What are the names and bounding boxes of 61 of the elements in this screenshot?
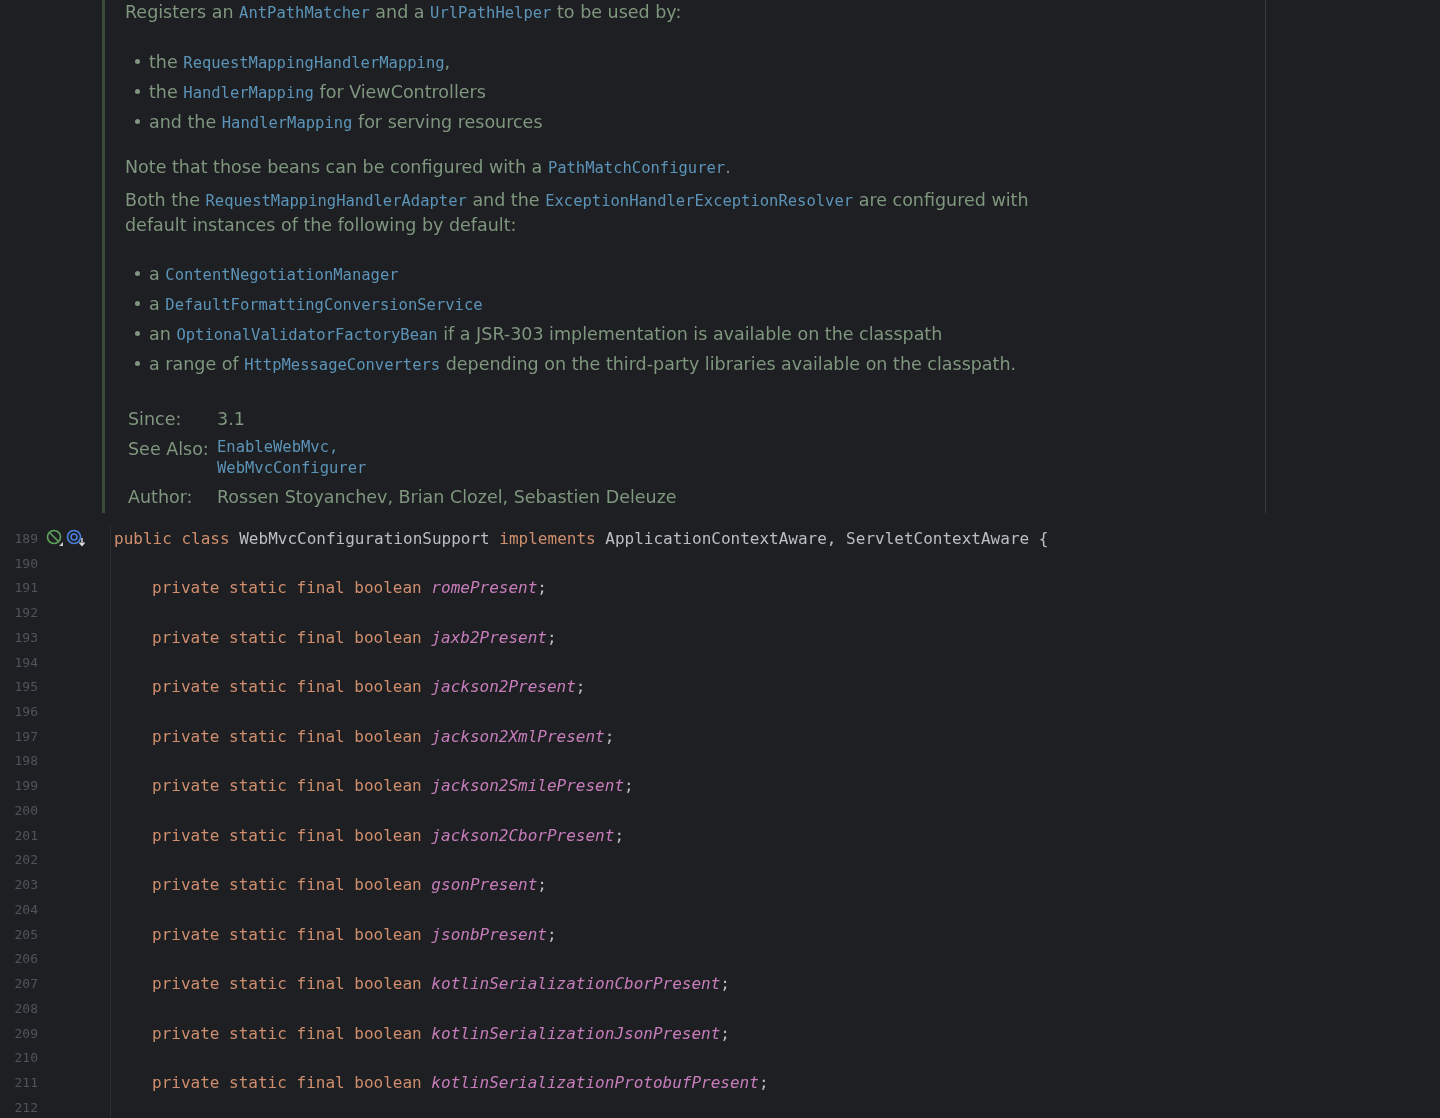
- code-line: private static final boolean jackson2Present;: [152, 677, 586, 697]
- code-line: private static final boolean kotlinSerializationJsonPresent;: [152, 1023, 730, 1043]
- code-line: private static final boolean jsonbPresent;: [152, 924, 557, 944]
- bullet-item: and the HandlerMapping for serving resources: [133, 109, 1083, 136]
- bullet-icon: [135, 88, 140, 94]
- code-line: private static final boolean kotlinSerializationCborPresent;: [152, 974, 730, 994]
- code-line: private static final boolean jackson2SmilePresent;: [152, 776, 634, 796]
- bullet-item: a range of HttpMessageConverters depending on the third-party libraries available on the classpath.: [133, 351, 1083, 378]
- bullet-item: the RequestMappingHandlerMapping,: [133, 49, 1083, 76]
- line-number: 201: [13, 827, 38, 843]
- line-number: 210: [13, 1050, 38, 1066]
- bullet-item: a ContentNegotiationManager: [133, 261, 1083, 288]
- line-number: 211: [13, 1075, 38, 1090]
- code-line: private static final boolean romePresent;: [152, 578, 547, 598]
- line-number: 191: [13, 580, 38, 596]
- doc-paragraph: Note that those beans can be configured with a PathMatchConfigurer.: [125, 156, 732, 179]
- bullet-item: a DefaultFormattingConversionService: [133, 291, 1083, 318]
- bullet-icon: [135, 330, 140, 336]
- bullet-item: the HandlerMapping for ViewControllers: [133, 79, 1083, 106]
- line-number: 212: [13, 1099, 38, 1115]
- line-number: 197: [13, 728, 38, 744]
- line-number: 204: [13, 901, 38, 917]
- doc-link[interactable]: EnableWebMvc,: [217, 437, 1265, 458]
- line-number: 205: [13, 926, 38, 942]
- bullet-icon: [135, 360, 140, 366]
- doc-paragraph: Both the RequestMappingHandlerAdapter and the ExceptionHandlerExceptionResolver are configured with default instances of the following by default:: [125, 189, 1030, 237]
- code-line: private static final boolean jaxb2Present;: [152, 627, 557, 647]
- code-line: private static final boolean kotlinSerializationProtobufPresent;: [152, 1073, 769, 1092]
- bullet-item: an OptionalValidatorFactoryBean if a JSR-303 implementation is available on the classpath: [133, 321, 1083, 348]
- doc-tag-label: Since:: [128, 408, 183, 431]
- bullet-icon: [135, 270, 140, 276]
- line-number: 196: [13, 704, 38, 719]
- line-number: 203: [13, 877, 38, 893]
- line-number: 192: [13, 605, 38, 621]
- code-line: private static final boolean jackson2XmlPresent;: [152, 726, 615, 746]
- code-line: private static final boolean gsonPresent;: [152, 875, 547, 895]
- line-number: 199: [13, 778, 38, 794]
- line-number: 206: [13, 951, 38, 967]
- bullet-icon: [135, 300, 140, 306]
- line-number: 198: [13, 753, 38, 769]
- doc-tag-value: 3.1: [217, 408, 246, 431]
- line-number: 208: [13, 1000, 38, 1016]
- line-number: 200: [13, 802, 38, 818]
- bullet-icon: [135, 58, 140, 64]
- line-number: 202: [13, 852, 38, 868]
- code-line: public class WebMvcConfigurationSupport implements ApplicationContextAware, ServletContextAware {: [114, 528, 1049, 548]
- line-number: 189: [13, 530, 38, 546]
- line-number: 190: [13, 555, 38, 571]
- doc-tag-label: Author:: [128, 486, 194, 509]
- doc-paragraph: Registers an AntPathMatcher and a UrlPathHelper to be used by:: [125, 1, 683, 24]
- code-line: private static final boolean jackson2CborPresent;: [152, 825, 625, 845]
- line-number: 194: [13, 654, 38, 670]
- doc-tag-value: Rossen Stoyanchev, Brian Clozel, Sebastien Deleuze: [217, 486, 678, 509]
- target-down-arrow-icon[interactable]: [66, 529, 86, 548]
- line-number: 193: [13, 629, 38, 645]
- bullet-icon: [135, 118, 140, 124]
- doc-tag-label: See Also:: [128, 438, 210, 461]
- line-number: 195: [13, 679, 38, 695]
- line-number: 209: [13, 1025, 38, 1041]
- line-number: 207: [13, 976, 38, 992]
- doc-link[interactable]: WebMvcConfigurer: [217, 458, 1265, 479]
